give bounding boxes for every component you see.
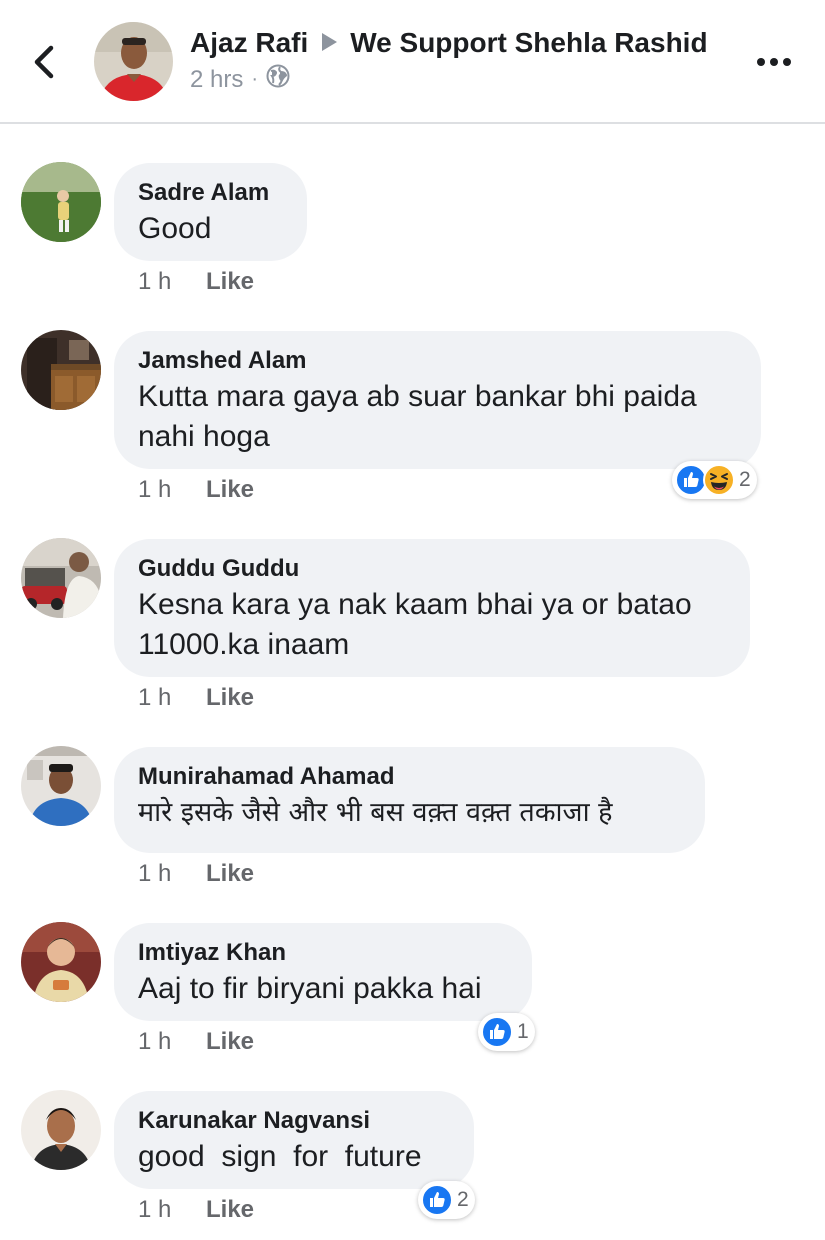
reaction-summary[interactable]: 2 bbox=[672, 461, 757, 499]
comment-actions: 1 h Like bbox=[138, 1028, 254, 1056]
reaction-count: 2 bbox=[739, 468, 751, 491]
comment-bubble: Sadre Alam Good bbox=[114, 163, 307, 261]
like-reaction-icon bbox=[421, 1184, 453, 1216]
like-button[interactable]: Like bbox=[206, 860, 254, 888]
comment-text: मारे इसके जैसे और भी बस वक़्त वक़्त तकाज… bbox=[138, 797, 613, 828]
comment-time[interactable]: 1 h bbox=[138, 268, 206, 296]
comment-author[interactable]: Jamshed Alam bbox=[138, 345, 737, 377]
comment-author[interactable]: Guddu Guddu bbox=[138, 553, 726, 585]
commenter-avatar[interactable] bbox=[21, 922, 101, 1002]
reaction-summary[interactable]: 1 bbox=[478, 1013, 535, 1051]
reaction-summary[interactable]: 2 bbox=[418, 1181, 475, 1219]
more-dots-icon bbox=[757, 58, 791, 66]
comment-author[interactable]: Munirahamad Ahamad bbox=[138, 761, 681, 793]
comment-author[interactable]: Sadre Alam bbox=[138, 177, 283, 209]
comment-text: Aaj to fir biryani pakka hai bbox=[138, 972, 482, 1005]
comment-author[interactable]: Imtiyaz Khan bbox=[138, 937, 508, 969]
comment-bubble: Munirahamad Ahamad मारे इसके जैसे और भी … bbox=[114, 747, 705, 853]
comment-actions: 1 h Like bbox=[138, 1196, 254, 1224]
comment-time[interactable]: 1 h bbox=[138, 860, 206, 888]
comment-actions: 1 h Like bbox=[138, 268, 254, 296]
comment-text: Good bbox=[138, 212, 212, 245]
triangle-right-icon bbox=[320, 27, 338, 59]
post-header: Ajaz Rafi We Support Shehla Rashid 2 hrs… bbox=[0, 0, 825, 124]
like-reaction-icon bbox=[481, 1016, 513, 1048]
post-meta: 2 hrs · bbox=[190, 64, 290, 95]
comment-text: good sign for future bbox=[138, 1140, 422, 1173]
commenter-avatar[interactable] bbox=[21, 162, 101, 242]
reaction-count: 1 bbox=[517, 1020, 529, 1043]
comment-bubble: Imtiyaz Khan Aaj to fir biryani pakka ha… bbox=[114, 923, 532, 1021]
more-options-button[interactable] bbox=[749, 44, 799, 80]
meta-separator: · bbox=[251, 68, 259, 90]
author-avatar[interactable] bbox=[94, 22, 173, 101]
group-name[interactable]: We Support Shehla Rashid bbox=[350, 27, 707, 59]
comment-actions: 1 h Like bbox=[138, 476, 254, 504]
comment-time[interactable]: 1 h bbox=[138, 684, 206, 712]
like-button[interactable]: Like bbox=[206, 1196, 254, 1224]
commenter-avatar[interactable] bbox=[21, 1090, 101, 1170]
back-button[interactable] bbox=[20, 36, 68, 88]
haha-reaction-icon bbox=[703, 464, 735, 496]
comment-bubble: Guddu Guddu Kesna kara ya nak kaam bhai … bbox=[114, 539, 750, 677]
post-title: Ajaz Rafi We Support Shehla Rashid bbox=[190, 27, 708, 59]
commenter-avatar[interactable] bbox=[21, 538, 101, 618]
comment-actions: 1 h Like bbox=[138, 860, 254, 888]
like-button[interactable]: Like bbox=[206, 1028, 254, 1056]
comment-bubble: Karunakar Nagvansi good sign for future bbox=[114, 1091, 474, 1189]
author-name[interactable]: Ajaz Rafi bbox=[190, 27, 308, 59]
reaction-count: 2 bbox=[457, 1188, 469, 1211]
like-button[interactable]: Like bbox=[206, 268, 254, 296]
comment-text: Kutta mara gaya ab suar bankar bhi paida… bbox=[138, 380, 697, 453]
comment-time[interactable]: 1 h bbox=[138, 1028, 206, 1056]
comment-author[interactable]: Karunakar Nagvansi bbox=[138, 1105, 450, 1137]
post-time[interactable]: 2 hrs bbox=[190, 66, 243, 94]
like-button[interactable]: Like bbox=[206, 476, 254, 504]
comment-time[interactable]: 1 h bbox=[138, 1196, 206, 1224]
comment-time[interactable]: 1 h bbox=[138, 476, 206, 504]
like-button[interactable]: Like bbox=[206, 684, 254, 712]
globe-icon bbox=[266, 64, 290, 95]
comment-text: Kesna kara ya nak kaam bhai ya or batao … bbox=[138, 588, 692, 661]
commenter-avatar[interactable] bbox=[21, 330, 101, 410]
comment-bubble: Jamshed Alam Kutta mara gaya ab suar ban… bbox=[114, 331, 761, 469]
comment-actions: 1 h Like bbox=[138, 684, 254, 712]
commenter-avatar[interactable] bbox=[21, 746, 101, 826]
chevron-left-icon bbox=[34, 45, 54, 79]
